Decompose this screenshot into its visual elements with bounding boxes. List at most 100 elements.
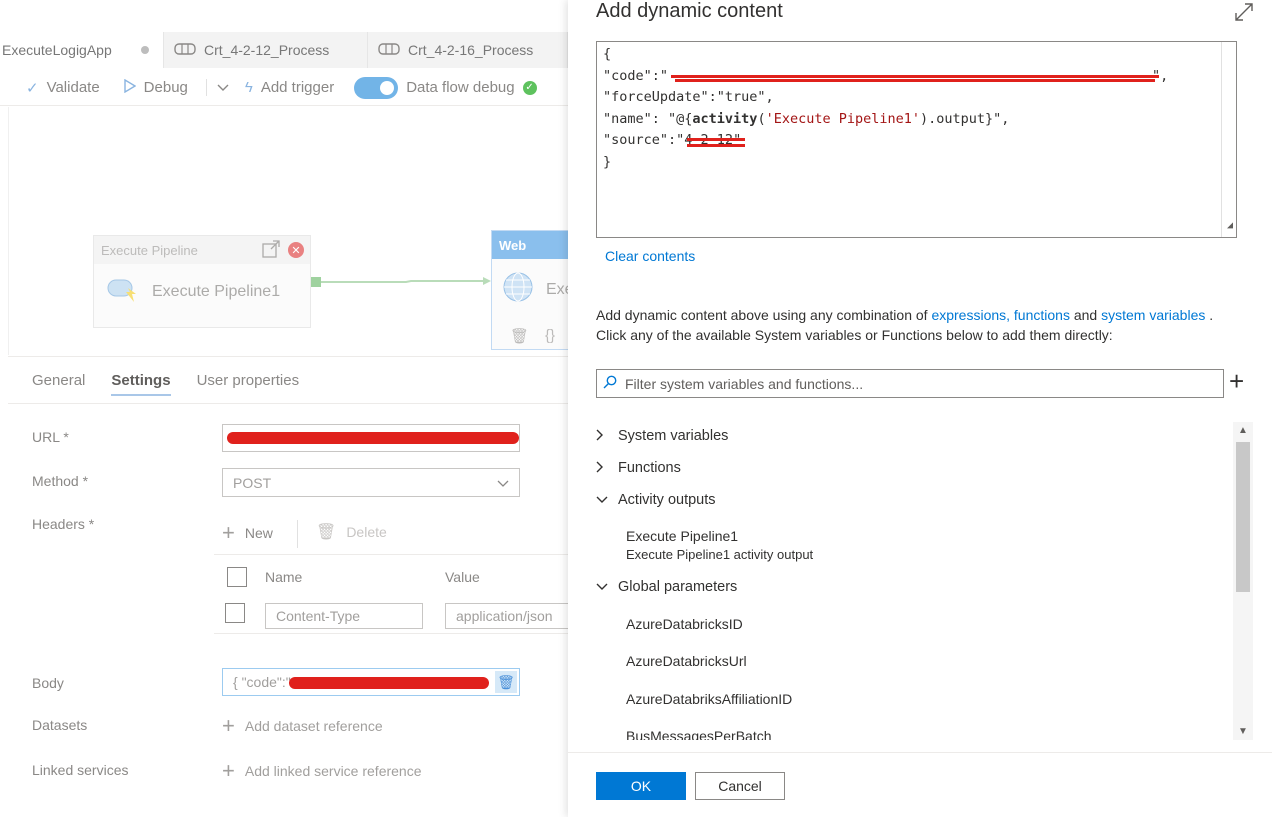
trash-icon[interactable]: 🗑 — [495, 671, 517, 693]
web-activity[interactable]: Web Exe 🗑 {} — [491, 230, 568, 350]
redaction-mark — [227, 432, 519, 444]
scroll-down-icon[interactable]: ▼ — [1238, 726, 1248, 737]
filter-input[interactable]: Filter system variables and functions... — [596, 369, 1224, 398]
column-header-value: Value — [445, 569, 480, 585]
new-header-button[interactable]: + New — [222, 522, 273, 544]
global-parameter-item[interactable]: AzureDatabricksID — [626, 616, 743, 632]
headers-table: Name Value Content-Type application/json — [214, 554, 568, 634]
validate-button[interactable]: ✓ Validate — [26, 79, 100, 97]
plus-icon: + — [222, 758, 235, 783]
add-trigger-button[interactable]: ϟ Add trigger — [245, 79, 334, 96]
expand-icon[interactable] — [1234, 2, 1254, 28]
validate-label: Validate — [46, 79, 100, 96]
code-line: { — [603, 46, 612, 62]
code-line: "forceUpdate":"true", — [603, 89, 774, 105]
global-parameter-item[interactable]: BusMessagesPerBatch — [626, 728, 772, 740]
add-parameter-plus-icon[interactable]: + — [1229, 366, 1244, 397]
redaction-mark — [289, 677, 489, 689]
global-parameter-item[interactable]: AzureDatabricksUrl — [626, 653, 747, 669]
panel-title: Add dynamic content — [596, 0, 783, 22]
execute-pipeline-icon — [106, 274, 140, 309]
system-variables-link[interactable]: system variables — [1101, 307, 1205, 323]
activity-output-item[interactable]: Execute Pipeline1 Execute Pipeline1 acti… — [626, 528, 813, 562]
header-value-input[interactable]: application/json — [445, 603, 568, 629]
toggle-switch[interactable] — [354, 76, 399, 99]
debug-label: Debug — [143, 79, 188, 96]
method-value: POST — [233, 474, 272, 491]
header-name-input[interactable]: Content-Type — [265, 603, 423, 629]
global-parameter-item[interactable]: AzureDatabriksAffiliationID — [626, 691, 792, 707]
add-dataset-button[interactable]: + Add dataset reference — [222, 715, 383, 737]
item-title: Execute Pipeline1 — [626, 528, 739, 544]
tab-executelogigapp[interactable]: ExecuteLogigApp — [0, 32, 164, 68]
editor-tabs: ExecuteLogigApp Crt_4-2-12_Process Crt_4… — [0, 32, 568, 68]
delete-header-button[interactable]: 🗑 Delete — [316, 522, 387, 542]
add-linked-service-button[interactable]: + Add linked service reference — [222, 760, 422, 782]
new-label: New — [244, 525, 273, 541]
group-system-variables[interactable]: System variables — [596, 428, 728, 444]
cancel-button[interactable]: Cancel — [695, 772, 785, 800]
url-label: URL * — [32, 429, 69, 445]
expression-editor[interactable]: { "code":" ", "forceUpdate":"true", "name… — [596, 41, 1237, 238]
pipeline-editor: ExecuteLogigApp Crt_4-2-12_Process Crt_4… — [0, 0, 568, 817]
code-line: "code":" ", — [603, 67, 1169, 84]
properties-tabs: General Settings User properties — [8, 356, 568, 404]
ok-button[interactable]: OK — [596, 772, 686, 800]
trash-icon[interactable]: 🗑 — [510, 327, 529, 345]
select-all-checkbox[interactable] — [227, 567, 247, 587]
activity-header: Execute Pipeline ✕ — [94, 236, 310, 264]
linked-services-label: Linked services — [32, 762, 129, 778]
execute-pipeline-activity[interactable]: Execute Pipeline ✕ Execute Pipeline1 — [93, 235, 311, 328]
body-input[interactable]: { "code":" 🗑 — [222, 668, 520, 696]
row-checkbox[interactable] — [225, 603, 245, 623]
pipeline-canvas[interactable]: Execute Pipeline ✕ Execute Pipeline1 Web — [8, 107, 568, 355]
panel-footer: OK Cancel — [568, 752, 1272, 817]
expressions-functions-link[interactable]: expressions, functions — [931, 307, 1070, 323]
plus-icon: + — [222, 713, 235, 738]
debug-dropdown-button[interactable] — [205, 79, 229, 96]
unsaved-dot-icon — [141, 46, 149, 54]
method-select[interactable]: POST — [222, 468, 520, 497]
open-external-icon[interactable] — [262, 239, 280, 261]
delete-label: Delete — [346, 524, 387, 540]
redaction-mark — [671, 74, 1159, 78]
scroll-thumb[interactable] — [1236, 442, 1250, 592]
tab-label: Crt_4-2-16_Process — [408, 42, 534, 58]
code-braces-icon[interactable]: {} — [545, 327, 555, 345]
redaction-mark — [687, 138, 745, 141]
add-dataset-label: Add dataset reference — [244, 718, 383, 734]
tree-scrollbar[interactable]: ▲ ▼ — [1233, 422, 1253, 740]
body-label: Body — [32, 675, 64, 691]
tab-crt-4-2-12[interactable]: Crt_4-2-12_Process — [164, 32, 368, 68]
instructions-text: Add dynamic content above using any comb… — [596, 307, 1214, 343]
tab-general[interactable]: General — [32, 372, 85, 389]
editor-scrollbar[interactable] — [1221, 42, 1236, 237]
checkmark-icon: ✓ — [26, 79, 39, 97]
activity-body: Execute Pipeline1 — [94, 264, 310, 319]
activity-name: Exe — [546, 280, 568, 298]
filter-placeholder: Filter system variables and functions... — [625, 375, 864, 392]
activity-type-label: Execute Pipeline — [101, 242, 198, 258]
search-icon — [603, 375, 617, 392]
clear-contents-link[interactable]: Clear contents — [605, 248, 695, 264]
debug-button[interactable]: Debug — [123, 78, 188, 97]
group-activity-outputs[interactable]: Activity outputs — [596, 492, 716, 508]
group-global-parameters[interactable]: Global parameters — [596, 579, 737, 595]
url-input[interactable] — [222, 424, 520, 452]
tab-user-properties[interactable]: User properties — [197, 372, 300, 389]
method-label: Method * — [32, 473, 89, 489]
pipeline-icon — [174, 42, 196, 59]
group-functions[interactable]: Functions — [596, 460, 681, 476]
column-header-name: Name — [265, 569, 303, 585]
activity-name: Execute Pipeline1 — [152, 282, 281, 300]
resize-handle-icon[interactable]: ◢ — [1227, 215, 1233, 237]
headers-label: Headers * — [32, 516, 95, 532]
chevron-down-icon — [497, 475, 509, 491]
status-ok-icon: ✓ — [522, 80, 537, 95]
data-flow-debug-toggle[interactable]: Data flow debug ✓ — [354, 76, 537, 99]
scroll-up-icon[interactable]: ▲ — [1238, 425, 1248, 436]
tab-crt-4-2-16[interactable]: Crt_4-2-16_Process — [368, 32, 568, 68]
redaction-mark — [687, 144, 745, 147]
tab-settings[interactable]: Settings — [111, 372, 171, 396]
delete-activity-icon[interactable]: ✕ — [288, 242, 304, 258]
